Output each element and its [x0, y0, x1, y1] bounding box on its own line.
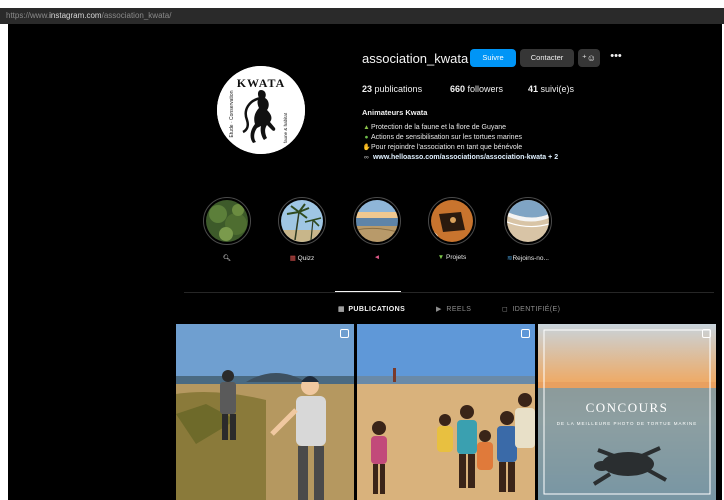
tabs-divider — [184, 292, 714, 293]
bio-line-1: ▲Protection de la faune et la flore de G… — [362, 123, 558, 133]
highlight-1-ring — [203, 197, 251, 245]
reels-icon: ▶ — [436, 306, 442, 313]
link-icon: ∞ — [364, 154, 369, 161]
highlight-2-cover — [281, 200, 323, 242]
following-count[interactable]: 41 suivi(e)s — [528, 84, 574, 94]
post-2[interactable] — [357, 324, 535, 500]
bio-link[interactable]: www.helloasso.com/associations/associati… — [373, 154, 546, 161]
tree-icon: ▼ — [437, 254, 445, 261]
url-path: /association_kwata/ — [101, 11, 172, 20]
post-3-subtitle: DE LA MEILLEURE PHOTO DE TORTUE MARINE — [556, 421, 698, 426]
instagram-profile-page: KWATA Etude · Conservation faune & habit… — [8, 24, 722, 500]
flag-icon: ◄ — [373, 254, 381, 261]
following-count-value: 41 — [528, 84, 539, 94]
bio-line-2: ● Actions de sensibilisation sur les tort… — [362, 133, 558, 143]
bio-line-1-text: Protection de la faune et la flore de Gu… — [371, 124, 507, 131]
logo-title: KWATA — [237, 76, 286, 90]
bio-line-3: ✋Pour rejoindre l'association en tant qu… — [362, 143, 558, 153]
post-3-title: CONCOURS — [585, 400, 669, 415]
post-1[interactable] — [176, 324, 354, 500]
contact-button[interactable]: Contacter — [520, 49, 574, 67]
url-prefix: https://www. — [6, 11, 50, 20]
highlight-1-label: 🔍︎ — [201, 254, 253, 262]
browser-window: https://www.instagram.com/association_kw… — [0, 0, 724, 500]
highlight-4[interactable]: ▼ Projets — [426, 197, 478, 261]
tab-publications-label: PUBLICATIONS — [348, 306, 406, 313]
posts-count-value: 23 — [362, 84, 373, 94]
tab-tagged-label: IDENTIFIÉ(E) — [512, 306, 561, 313]
bio-link-extra[interactable]: + 2 — [548, 154, 558, 161]
tab-reels-label: REELS — [446, 306, 472, 313]
tab-publications[interactable]: ▦ PUBLICATIONS — [338, 305, 405, 313]
carousel-icon — [340, 329, 349, 338]
more-icon: ••• — [610, 50, 622, 62]
kwata-logo: KWATA Etude · Conservation faune & habit… — [217, 66, 305, 154]
profile-username: association_kwata — [362, 51, 469, 66]
highlight-5-ring — [504, 197, 552, 245]
highlight-3-ring — [353, 197, 401, 245]
highlight-4-cover — [431, 200, 473, 242]
tag-icon: ◻ — [502, 306, 509, 313]
tab-tagged[interactable]: ◻ IDENTIFIÉ(E) — [502, 305, 560, 313]
add-user-icon: ⁺☺ — [582, 53, 596, 63]
posts-count[interactable]: 23 publications — [362, 84, 422, 94]
quiz-icon: ▦ — [289, 255, 296, 262]
profile-avatar[interactable]: KWATA Etude · Conservation faune & habit… — [217, 66, 305, 154]
followers-count-label: followers — [467, 84, 504, 94]
bio-name: Animateurs Kwata — [362, 108, 428, 117]
highlight-3-label: ◄ — [351, 254, 403, 261]
highlight-3[interactable]: ◄ — [351, 197, 403, 261]
highlight-1-cover — [206, 200, 248, 242]
highlight-5[interactable]: ≋Rejoins-no... — [502, 197, 554, 262]
highlight-2-label: ▦ Quizz — [289, 255, 315, 262]
carousel-icon — [521, 329, 530, 338]
carousel-icon — [702, 329, 711, 338]
highlight-2-ring — [278, 197, 326, 245]
hand-icon: ✋ — [362, 144, 371, 151]
active-tab-indicator — [335, 291, 401, 292]
logo-side-text: Etude · Conservation — [229, 90, 235, 137]
highlight-4-ring — [428, 197, 476, 245]
follow-button[interactable]: Suivre — [470, 49, 516, 67]
suggest-accounts-button[interactable]: ⁺☺ — [578, 49, 600, 67]
highlight-3-cover — [356, 200, 398, 242]
post-2-image — [357, 324, 535, 500]
highlight-4-label: ▼ Projets — [437, 254, 467, 261]
address-bar[interactable]: https://www.instagram.com/association_kw… — [0, 8, 724, 24]
grid-icon: ▦ — [338, 306, 346, 313]
bio-text: ▲Protection de la faune et la flore de G… — [362, 123, 558, 163]
following-count-label: suivi(e)s — [540, 84, 575, 94]
highlight-5-label: ≋Rejoins-no... — [507, 255, 549, 262]
bio-line-2-text: Actions de sensibilisation sur les tortu… — [371, 134, 522, 141]
logo-bottom-text: faune & habitat — [283, 112, 288, 143]
highlight-1[interactable]: 🔍︎ — [201, 197, 253, 262]
url-domain: instagram.com — [49, 11, 102, 20]
turtle-icon: ● — [364, 134, 369, 141]
posts-count-label: publications — [374, 84, 423, 94]
tab-reels[interactable]: ▶ REELS — [436, 305, 471, 313]
highlight-5-cover — [507, 200, 549, 242]
followers-count-value: 660 — [450, 84, 466, 94]
search-icon: 🔍︎ — [222, 255, 232, 262]
post-1-image — [176, 324, 354, 500]
bio-line-4: ∞ www.helloasso.com/associations/associa… — [362, 153, 558, 163]
more-options-button[interactable]: ••• — [608, 49, 624, 67]
bio-line-3-text: Pour rejoindre l'association en tant que… — [371, 144, 523, 151]
post-3[interactable]: CONCOURS DE LA MEILLEURE PHOTO DE TORTUE… — [538, 324, 716, 500]
leaf-icon: ▲ — [363, 124, 370, 131]
highlight-2[interactable]: ▦ Quizz — [276, 197, 328, 262]
followers-count[interactable]: 660 followers — [450, 84, 503, 94]
